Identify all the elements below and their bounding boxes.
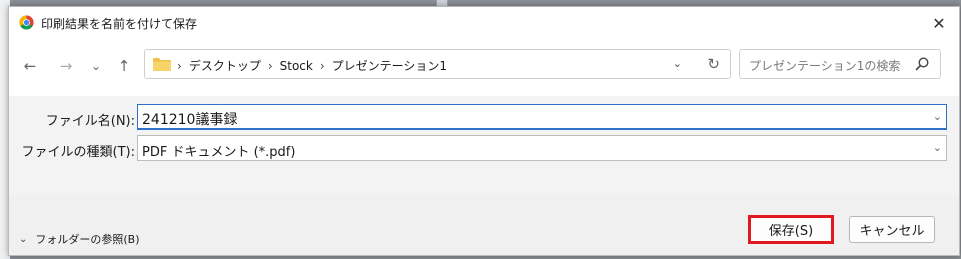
refresh-icon[interactable]: ↻ — [707, 55, 720, 73]
filetype-select[interactable]: PDF ドキュメント (*.pdf) ⌄ — [137, 135, 947, 161]
breadcrumb-item-desktop[interactable]: デスクトップ — [189, 57, 261, 74]
search-icon — [915, 57, 929, 71]
breadcrumb-item-presentation1[interactable]: プレゼンテーション1 — [332, 57, 447, 74]
close-icon: ✕ — [932, 13, 946, 33]
dialog-title: 印刷結果を名前を付けて保存 — [41, 17, 198, 31]
cancel-button-label: キャンセル — [859, 224, 925, 239]
filename-input[interactable]: 241210議事録 ⌄ — [137, 104, 947, 130]
save-button[interactable]: 保存(S) — [748, 215, 834, 244]
filename-value: 241210議事録 — [142, 112, 238, 128]
filetype-value: PDF ドキュメント (*.pdf) — [142, 145, 296, 160]
dialog-footer: ⌄ フォルダーの参照(B) 保存(S) キャンセル — [9, 195, 959, 255]
folder-icon — [153, 58, 171, 71]
search-box[interactable]: プレゼンテーション1の検索 — [739, 49, 941, 79]
arrow-left-icon: ← — [23, 57, 37, 75]
filetype-label: ファイルの種類(T): — [21, 145, 135, 160]
chrome-icon — [19, 15, 34, 30]
address-bar[interactable]: › デスクトップ › Stock › プレゼンテーション1 ⌄ ↻ — [144, 49, 731, 79]
recent-locations-button[interactable]: ⌄ — [85, 55, 107, 77]
chevron-down-icon: ⌄ — [19, 233, 28, 245]
breadcrumb-item-stock[interactable]: Stock — [280, 59, 313, 73]
save-dialog: 印刷結果を名前を付けて保存 ✕ ← → ⌄ ↑ › デスクトップ › Stock… — [8, 6, 960, 256]
breadcrumb-separator: › — [267, 58, 273, 73]
up-button[interactable]: ↑ — [113, 55, 135, 77]
chevron-down-icon[interactable]: ⌄ — [933, 110, 942, 123]
chevron-down-icon: ⌄ — [932, 141, 942, 154]
navigation-bar: ← → ⌄ ↑ › デスクトップ › Stock › プレゼンテーション1 ⌄ — [9, 38, 959, 96]
forward-button[interactable]: → — [55, 55, 77, 77]
arrow-up-icon: ↑ — [117, 57, 131, 75]
cancel-button[interactable]: キャンセル — [849, 216, 935, 243]
browse-folders-toggle[interactable]: ⌄ フォルダーの参照(B) — [19, 231, 140, 247]
close-button[interactable]: ✕ — [925, 11, 953, 35]
back-button[interactable]: ← — [19, 55, 41, 77]
breadcrumb-separator: › — [319, 58, 325, 73]
search-input[interactable]: プレゼンテーション1の検索 — [749, 57, 900, 74]
file-options: ファイル名(N): 241210議事録 ⌄ ファイルの種類(T): PDF ドキ… — [9, 96, 959, 195]
breadcrumb-separator: › — [177, 58, 182, 73]
arrow-right-icon: → — [59, 57, 73, 75]
title-bar: 印刷結果を名前を付けて保存 ✕ — [9, 7, 959, 38]
address-dropdown-icon[interactable]: ⌄ — [673, 57, 682, 70]
breadcrumb: › デスクトップ › Stock › プレゼンテーション1 — [177, 57, 447, 74]
filename-label: ファイル名(N): — [45, 114, 135, 129]
save-button-label: 保存(S) — [768, 224, 814, 239]
browse-folders-label: フォルダーの参照(B) — [35, 233, 140, 246]
chevron-down-icon: ⌄ — [90, 59, 102, 73]
